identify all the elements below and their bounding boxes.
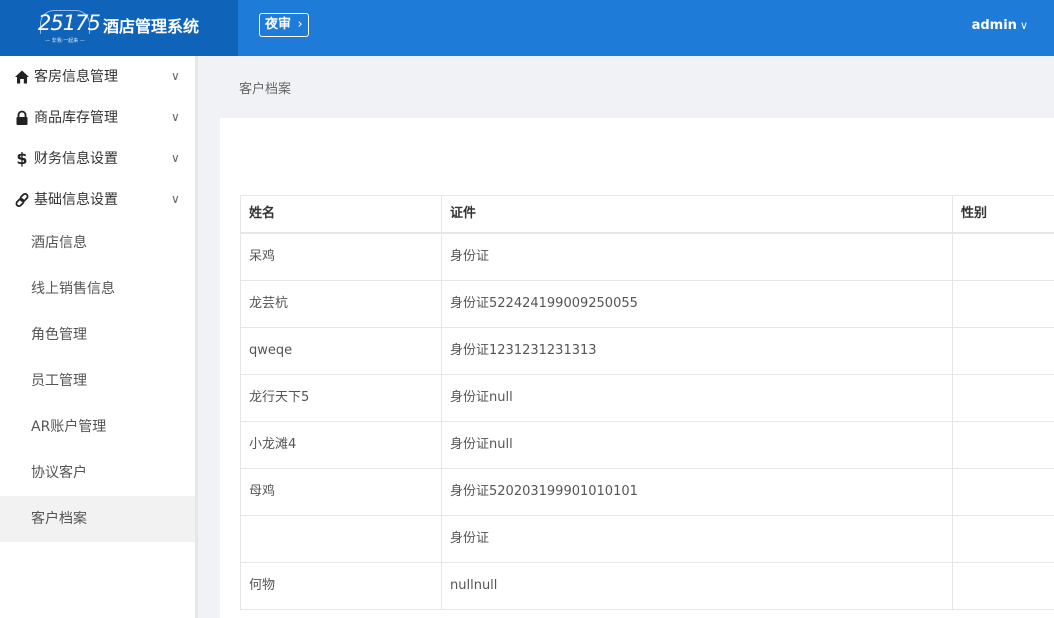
sidebar-item-agreement-clients[interactable]: 协议客户 [0,450,195,496]
cell-id-doc: 身份证 [442,516,953,562]
cell-id-doc: nullnull [442,563,953,609]
sidebar-group-inventory[interactable]: 商品库存管理 ∨ [0,97,195,138]
chevron-right-icon: › [297,17,303,32]
sidebar: 客房信息管理 ∨ 商品库存管理 ∨ $ 财务信息设置 ∨ 基础信息设置 ∨ 酒店… [0,56,198,618]
app-title: 酒店管理系统 [103,17,200,36]
sidebar-item-staff[interactable]: 员工管理 [0,358,195,404]
sidebar-item-label: 员工管理 [31,373,87,389]
chevron-down-icon: ∨ [171,151,180,165]
cell-gender [953,328,1054,374]
home-icon [14,69,30,85]
table-header: 姓名 证件 性别 [241,196,1054,234]
sidebar-item-label: 线上销售信息 [31,281,115,297]
sidebar-group-basic-info[interactable]: 基础信息设置 ∨ [0,179,195,220]
cell-name: qweqe [241,328,442,374]
sidebar-group-label: 客房信息管理 [34,69,118,85]
sidebar-item-label: AR账户管理 [31,419,107,435]
night-audit-button[interactable]: 夜审 › [259,13,309,37]
logo-slogan: — 非我·一起来 — [45,38,85,44]
sidebar-item-label: 协议客户 [31,465,87,481]
cell-name: 何物 [241,563,442,609]
chevron-down-icon: ∨ [171,110,180,124]
table-row[interactable]: 小龙滩4 身份证null [241,422,1054,469]
cell-name: 龙行天下5 [241,375,442,421]
sidebar-item-online-sales[interactable]: 线上销售信息 [0,266,195,312]
chevron-down-icon: ∨ [171,69,180,83]
table-row[interactable]: 何物 nullnull [241,563,1054,610]
sidebar-group-label: 基础信息设置 [34,192,118,208]
cell-name: 呆鸡 [241,234,442,280]
content-card: 姓名 证件 性别 呆鸡 身份证 龙芸杭 身份证52242419900925005… [220,118,1054,618]
sidebar-item-label: 角色管理 [31,327,87,343]
breadcrumb: 客户档案 [239,82,292,97]
sidebar-group-label: 商品库存管理 [34,110,118,126]
table-row[interactable]: 龙行天下5 身份证null [241,375,1054,422]
sidebar-group-label: 财务信息设置 [34,151,118,167]
sidebar-item-ar-accounts[interactable]: AR账户管理 [0,404,195,450]
sidebar-group-room-info[interactable]: 客房信息管理 ∨ [0,56,195,97]
hotel-logo: 25175 — 非我·一起来 — [38,10,101,46]
sidebar-item-label: 酒店信息 [31,235,87,251]
customer-table: 姓名 证件 性别 呆鸡 身份证 龙芸杭 身份证52242419900925005… [240,195,1054,610]
column-header-gender[interactable]: 性别 [953,196,1054,232]
column-header-name[interactable]: 姓名 [241,196,442,232]
user-menu[interactable]: admin ∨ [972,16,1028,36]
cell-id-doc: 身份证null [442,422,953,468]
cell-gender [953,469,1054,515]
logo-number: 25175 [38,11,101,35]
column-header-id-doc[interactable]: 证件 [442,196,953,232]
night-audit-label: 夜审 [265,17,292,32]
cell-id-doc: 身份证522424199009250055 [442,281,953,327]
top-bar: 25175 — 非我·一起来 — 酒店管理系统 夜审 › admin ∨ [0,0,1054,56]
table-row[interactable]: qweqe 身份证1231231231313 [241,328,1054,375]
sidebar-item-roles[interactable]: 角色管理 [0,312,195,358]
cell-gender [953,422,1054,468]
cell-id-doc: 身份证1231231231313 [442,328,953,374]
brand-area[interactable]: 25175 — 非我·一起来 — 酒店管理系统 [0,0,238,56]
cell-gender [953,234,1054,280]
cell-id-doc: 身份证 [442,234,953,280]
chevron-down-icon: ∨ [1019,19,1028,32]
sidebar-item-hotel-info[interactable]: 酒店信息 [0,220,195,266]
cell-name: 龙芸杭 [241,281,442,327]
lock-icon [14,110,30,126]
sidebar-group-finance[interactable]: $ 财务信息设置 ∨ [0,138,195,179]
table-row[interactable]: 龙芸杭 身份证522424199009250055 [241,281,1054,328]
cell-name: 母鸡 [241,469,442,515]
sidebar-item-label: 客户档案 [31,511,87,527]
chevron-down-icon: ∨ [171,192,180,206]
user-name: admin [971,18,1017,33]
table-row[interactable]: 母鸡 身份证520203199901010101 [241,469,1054,516]
cell-id-doc: 身份证null [442,375,953,421]
cell-gender [953,516,1054,562]
cell-name: 小龙滩4 [241,422,442,468]
cell-id-doc: 身份证520203199901010101 [442,469,953,515]
dollar-icon: $ [16,149,28,168]
cell-gender [953,375,1054,421]
table-row[interactable]: 呆鸡 身份证 [241,234,1054,281]
cell-gender [953,563,1054,609]
sidebar-item-customer-profiles[interactable]: 客户档案 [0,496,195,542]
table-row[interactable]: 身份证 [241,516,1054,563]
link-icon [14,192,30,208]
cell-gender [953,281,1054,327]
cell-name [241,516,442,562]
